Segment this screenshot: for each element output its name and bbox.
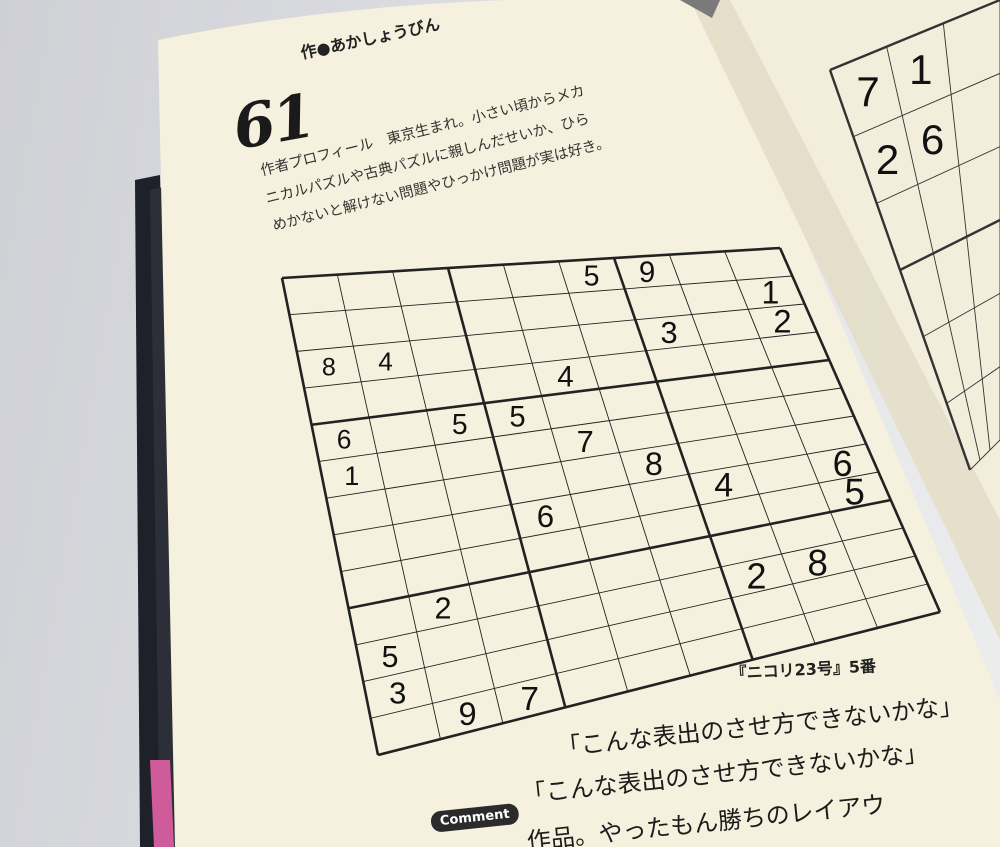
right-page-grid: 7 12 6: [828, 0, 1000, 471]
right-grid-line: [946, 366, 1000, 404]
right-grid-line: [923, 292, 1000, 338]
right-grid-line: [969, 439, 1000, 471]
photo-scene: 61 作●あかしょうびん 作者プロフィール 東京生まれ。小さい頃からメカ ニカル…: [0, 0, 1000, 847]
right-page-digit: 6: [921, 116, 944, 163]
right-page-digit: 7: [856, 68, 879, 115]
right-page-digit: 1: [909, 46, 932, 93]
right-page-digit: 2: [876, 136, 899, 183]
right-grid-line: [899, 218, 1000, 272]
